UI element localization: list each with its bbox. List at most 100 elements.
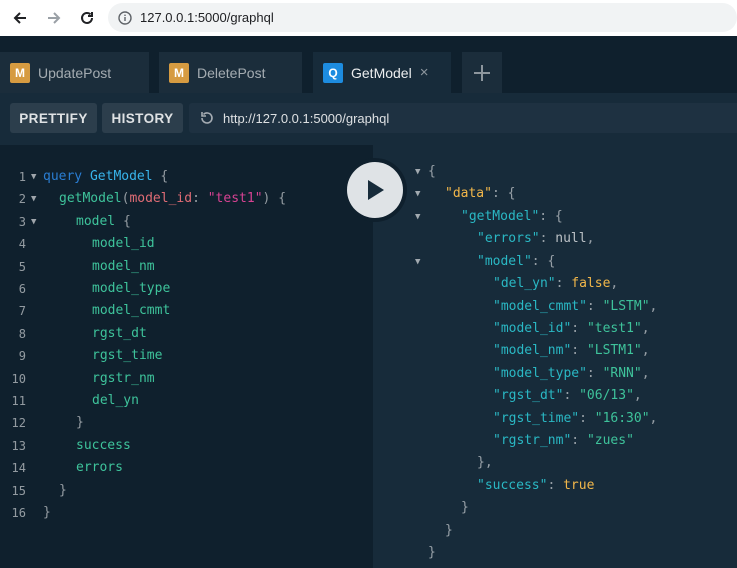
- endpoint-reload-icon[interactable]: [199, 110, 215, 126]
- code-line: success: [76, 438, 131, 453]
- operation-name: GetModel: [89, 169, 153, 184]
- info-icon[interactable]: [118, 10, 132, 25]
- json-line: "rgst_time": "16:30",: [493, 409, 657, 429]
- reload-icon: [81, 11, 93, 24]
- code-line: }: [76, 415, 84, 430]
- json-punc: :: [586, 366, 603, 381]
- argument-value: "test1": [207, 191, 263, 206]
- add-tab-button[interactable]: [462, 52, 502, 93]
- json-value: "zues": [586, 433, 634, 448]
- code-line: rgst_dt: [92, 326, 147, 341]
- code-line: }: [43, 505, 51, 520]
- json-punc: :: [571, 433, 587, 448]
- code-line: model {: [76, 212, 131, 232]
- json-punc: ,: [610, 276, 619, 291]
- code-line: getModel(model_id: "test1") {: [59, 189, 286, 209]
- json-value: false: [571, 276, 611, 291]
- line-number: 15: [11, 484, 26, 498]
- browser-bar: 127.0.0.1:5000/graphql: [0, 0, 737, 36]
- fold-arrow-icon[interactable]: ▼: [31, 189, 36, 209]
- address-bar[interactable]: 127.0.0.1:5000/graphql: [108, 3, 737, 32]
- json-line: "model": {: [477, 252, 555, 272]
- code-line: errors: [76, 460, 123, 475]
- tab-label: UpdatePost: [38, 64, 112, 81]
- line-number: 14: [11, 461, 26, 475]
- code-line: query GetModel {: [43, 167, 168, 187]
- argument-name: model_id: [129, 191, 193, 206]
- json-punc: :: [563, 388, 580, 403]
- json-line: "getModel": {: [461, 207, 563, 227]
- json-line: "data": {: [445, 184, 515, 204]
- json-value: "06/13": [579, 388, 634, 403]
- tab-getmodel[interactable]: Q GetModel ×: [313, 52, 451, 93]
- json-punc: :: [547, 478, 564, 493]
- json-key: "model_cmmt": [493, 299, 587, 314]
- line-number: 6: [18, 282, 26, 296]
- code-line: model_nm: [92, 259, 155, 274]
- json-punc: ,: [649, 411, 658, 426]
- fold-arrow-icon[interactable]: ▼: [31, 167, 36, 187]
- execute-query-button[interactable]: [343, 158, 407, 222]
- close-icon[interactable]: ×: [420, 64, 429, 81]
- json-key: "data": [445, 186, 492, 201]
- forward-button[interactable]: [42, 6, 66, 30]
- json-line: "rgstr_nm": "zues": [493, 431, 634, 451]
- line-number: 11: [11, 394, 26, 408]
- json-value: "16:30": [594, 411, 650, 426]
- line-number: 16: [11, 506, 26, 520]
- json-punc: ,: [641, 343, 650, 358]
- json-punc: ,: [641, 321, 650, 336]
- line-number: 12: [11, 416, 26, 430]
- line-number: 5: [18, 260, 26, 274]
- json-line: "errors": null,: [477, 229, 594, 249]
- tab-label: DeletePost: [197, 64, 266, 81]
- json-line: }: [461, 500, 469, 515]
- json-value: "RNN": [602, 366, 642, 381]
- json-punc: ,: [633, 388, 642, 403]
- prettify-button[interactable]: PRETTIFY: [10, 103, 97, 133]
- json-key: "rgst_dt": [493, 388, 564, 403]
- json-key: "rgstr_nm": [493, 433, 572, 448]
- json-value: "LSTM1": [586, 343, 642, 358]
- fold-arrow-icon[interactable]: ▼: [31, 212, 36, 232]
- endpoint-url: http://127.0.0.1:5000/graphql: [223, 110, 390, 126]
- mutation-badge: M: [169, 62, 189, 83]
- endpoint-input[interactable]: http://127.0.0.1:5000/graphql: [189, 103, 737, 133]
- json-punc: :: [571, 343, 587, 358]
- json-key: "getModel": [461, 209, 540, 224]
- json-punc: :: [539, 231, 556, 246]
- history-button[interactable]: HISTORY: [102, 103, 183, 133]
- json-value: "LSTM": [602, 299, 650, 314]
- json-key: "errors": [477, 231, 540, 246]
- fold-arrow-icon[interactable]: ▼: [415, 207, 420, 227]
- code-line: rgst_time: [92, 348, 163, 363]
- query-editor[interactable]: 1 2 3 4 5 6 7 8 9 10 11 12 13 14 15 16 ▼…: [0, 145, 373, 568]
- json-key: "rgst_time": [493, 411, 580, 426]
- line-number: 3: [18, 215, 26, 229]
- result-viewer: ▼ ▼ ▼ ▼ { "data": { "getModel": { "error…: [373, 145, 737, 568]
- back-button[interactable]: [8, 6, 32, 30]
- back-arrow-icon: [13, 12, 26, 24]
- line-number: 4: [18, 237, 26, 251]
- keyword: query: [43, 169, 83, 184]
- address-url: 127.0.0.1:5000/graphql: [140, 10, 274, 25]
- json-line: "del_yn": false,: [493, 274, 618, 294]
- json-line: "rgst_dt": "06/13",: [493, 386, 642, 406]
- json-key: "del_yn": [493, 276, 556, 291]
- json-line: "model_cmmt": "LSTM",: [493, 297, 657, 317]
- tab-updatepost[interactable]: M UpdatePost: [0, 52, 149, 93]
- forward-arrow-icon: [48, 12, 61, 24]
- fold-arrow-icon[interactable]: ▼: [415, 162, 420, 182]
- fold-arrow-icon[interactable]: ▼: [415, 252, 420, 272]
- json-punc: :: [586, 299, 603, 314]
- brace: {: [122, 214, 131, 229]
- plus-icon: [474, 64, 490, 81]
- reload-button[interactable]: [75, 6, 99, 30]
- fold-arrow-icon[interactable]: ▼: [415, 184, 420, 204]
- json-punc: :: [579, 411, 595, 426]
- execute-button-face[interactable]: [347, 162, 403, 218]
- tab-deletepost[interactable]: M DeletePost: [159, 52, 302, 93]
- toolbar: PRETTIFY HISTORY http://127.0.0.1:5000/g…: [0, 93, 737, 145]
- json-key: "model_type": [493, 366, 587, 381]
- field-name: getModel: [59, 191, 122, 206]
